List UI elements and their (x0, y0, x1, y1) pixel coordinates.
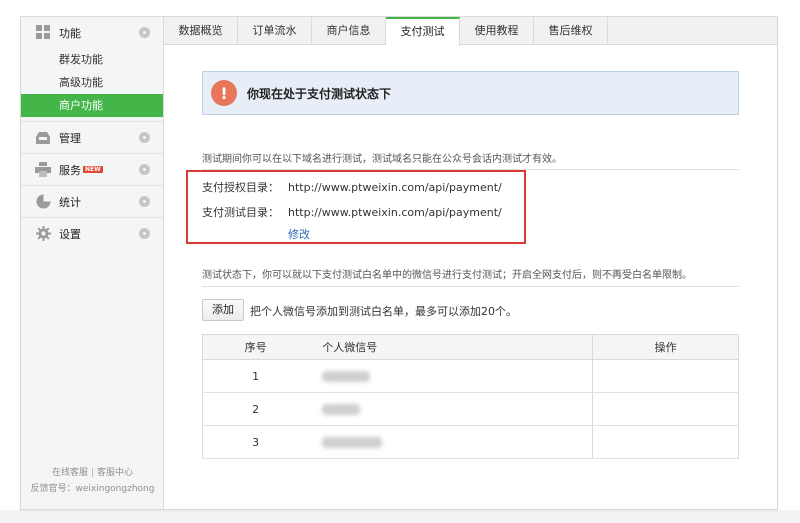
row-action (592, 359, 739, 393)
main-content: ! 你现在处于支付测试状态下 测试期间你可以在以下域名进行测试，测试域名只能在公… (164, 46, 777, 509)
row-action (592, 392, 739, 426)
row-wechat-id-blurred (308, 359, 593, 393)
table-row: 3 (202, 425, 739, 459)
sidebar-item-label: 服务 (59, 163, 81, 177)
tab-bar: 数据概览 订单流水 商户信息 支付测试 使用教程 售后维权 (164, 17, 777, 46)
divider (202, 286, 739, 287)
auth-dir-label: 支付授权目录： (202, 181, 279, 194)
row-wechat-id-blurred (308, 392, 593, 426)
test-domain-description: 测试期间你可以在以下域名进行测试，测试域名只能在公众号会话内测试才有效。 (202, 154, 562, 165)
blurred-text (322, 437, 383, 448)
sidebar-item-merchant[interactable]: 商户功能 (21, 94, 163, 117)
sidebar-item-stats[interactable]: 统计 (21, 186, 163, 217)
column-header-action: 操作 (592, 334, 739, 360)
auth-dir-row: 支付授权目录： http://www.ptweixin.com/api/payme… (202, 179, 502, 195)
row-action (592, 425, 739, 459)
collapse-toggle-icon[interactable] (139, 196, 150, 207)
table-header-row: 序号 个人微信号 操作 (202, 334, 739, 360)
row-wechat-id-blurred (308, 425, 593, 459)
add-button[interactable]: 添加 (202, 299, 244, 321)
sidebar-item-label: 设置 (59, 227, 81, 241)
sidebar-item-service[interactable]: 服务 NEW (21, 154, 163, 185)
collapse-toggle-icon[interactable] (139, 228, 150, 239)
sidebar-group-service: 服务 NEW (21, 154, 163, 186)
warning-icon: ! (211, 80, 237, 106)
new-badge: NEW (83, 166, 103, 173)
add-tip: 把个人微信号添加到测试白名单，最多可以添加20个。 (250, 305, 517, 318)
sidebar-item-mass-send[interactable]: 群发功能 (21, 48, 163, 71)
sidebar-group-settings: 设置 (21, 218, 163, 249)
app-frame: 功能 群发功能 高级功能 商户功能 管理 服务 NEW 统计 设置 在线客服 |… (20, 16, 778, 510)
sidebar-item-settings[interactable]: 设置 (21, 218, 163, 249)
tab-order-flow[interactable]: 订单流水 (238, 17, 312, 45)
collapse-toggle-icon[interactable] (139, 132, 150, 143)
help-center-link[interactable]: 客服中心 (97, 468, 133, 478)
sidebar: 功能 群发功能 高级功能 商户功能 管理 服务 NEW 统计 设置 在线客服 |… (21, 17, 164, 509)
test-dir-value: http://www.ptweixin.com/api/payment/ (288, 206, 502, 219)
sidebar-item-label: 功能 (59, 26, 81, 40)
online-service-link[interactable]: 在线客服 (52, 468, 88, 478)
sidebar-item-advanced[interactable]: 高级功能 (21, 71, 163, 94)
whitelist-description: 测试状态下，你可以就以下支付测试白名单中的微信号进行支付测试；开启全网支付后，则… (202, 270, 692, 281)
column-header-index: 序号 (202, 334, 309, 360)
page-bottom-strip (0, 510, 800, 523)
table-row: 1 (202, 359, 739, 393)
inbox-icon (35, 130, 51, 146)
printer-icon (35, 162, 51, 178)
row-index: 2 (202, 392, 309, 426)
sidebar-footer: 在线客服 | 客服中心 反馈官号：weixingongzhong (21, 465, 164, 497)
tab-after-sales[interactable]: 售后维权 (534, 17, 608, 45)
test-dir-label: 支付测试目录： (202, 206, 279, 219)
gear-icon (35, 226, 51, 242)
collapse-toggle-icon[interactable] (139, 27, 150, 38)
whitelist-table: 序号 个人微信号 操作 1 2 3 (202, 334, 739, 459)
tab-payment-test[interactable]: 支付测试 (386, 17, 460, 46)
sidebar-item-manage[interactable]: 管理 (21, 122, 163, 153)
tab-merchant-info[interactable]: 商户信息 (312, 17, 386, 45)
auth-dir-value: http://www.ptweixin.com/api/payment/ (288, 181, 502, 194)
collapse-toggle-icon[interactable] (139, 164, 150, 175)
sidebar-group-manage: 管理 (21, 122, 163, 154)
sidebar-submenu: 群发功能 高级功能 商户功能 (21, 48, 163, 121)
test-dir-row: 支付测试目录： http://www.ptweixin.com/api/payme… (202, 204, 502, 220)
sidebar-group-stats: 统计 (21, 186, 163, 218)
grid-icon (35, 25, 51, 41)
pie-chart-icon (35, 194, 51, 210)
sidebar-group-function: 功能 群发功能 高级功能 商户功能 (21, 17, 163, 122)
blurred-text (322, 404, 361, 415)
table-row: 2 (202, 392, 739, 426)
feedback-account: 反馈官号：weixingongzhong (30, 484, 155, 494)
alert-text: 你现在处于支付测试状态下 (247, 86, 392, 101)
test-mode-alert: ! 你现在处于支付测试状态下 (202, 71, 739, 115)
sidebar-item-label: 管理 (59, 131, 81, 145)
sidebar-item-function[interactable]: 功能 (21, 17, 163, 48)
column-header-wechat-id: 个人微信号 (308, 334, 593, 360)
sidebar-item-label: 统计 (59, 195, 81, 209)
edit-link[interactable]: 修改 (288, 226, 310, 242)
row-index: 3 (202, 425, 309, 459)
tab-tutorial[interactable]: 使用教程 (460, 17, 534, 45)
tab-data-overview[interactable]: 数据概览 (164, 17, 238, 45)
row-index: 1 (202, 359, 309, 393)
blurred-text (322, 371, 371, 382)
